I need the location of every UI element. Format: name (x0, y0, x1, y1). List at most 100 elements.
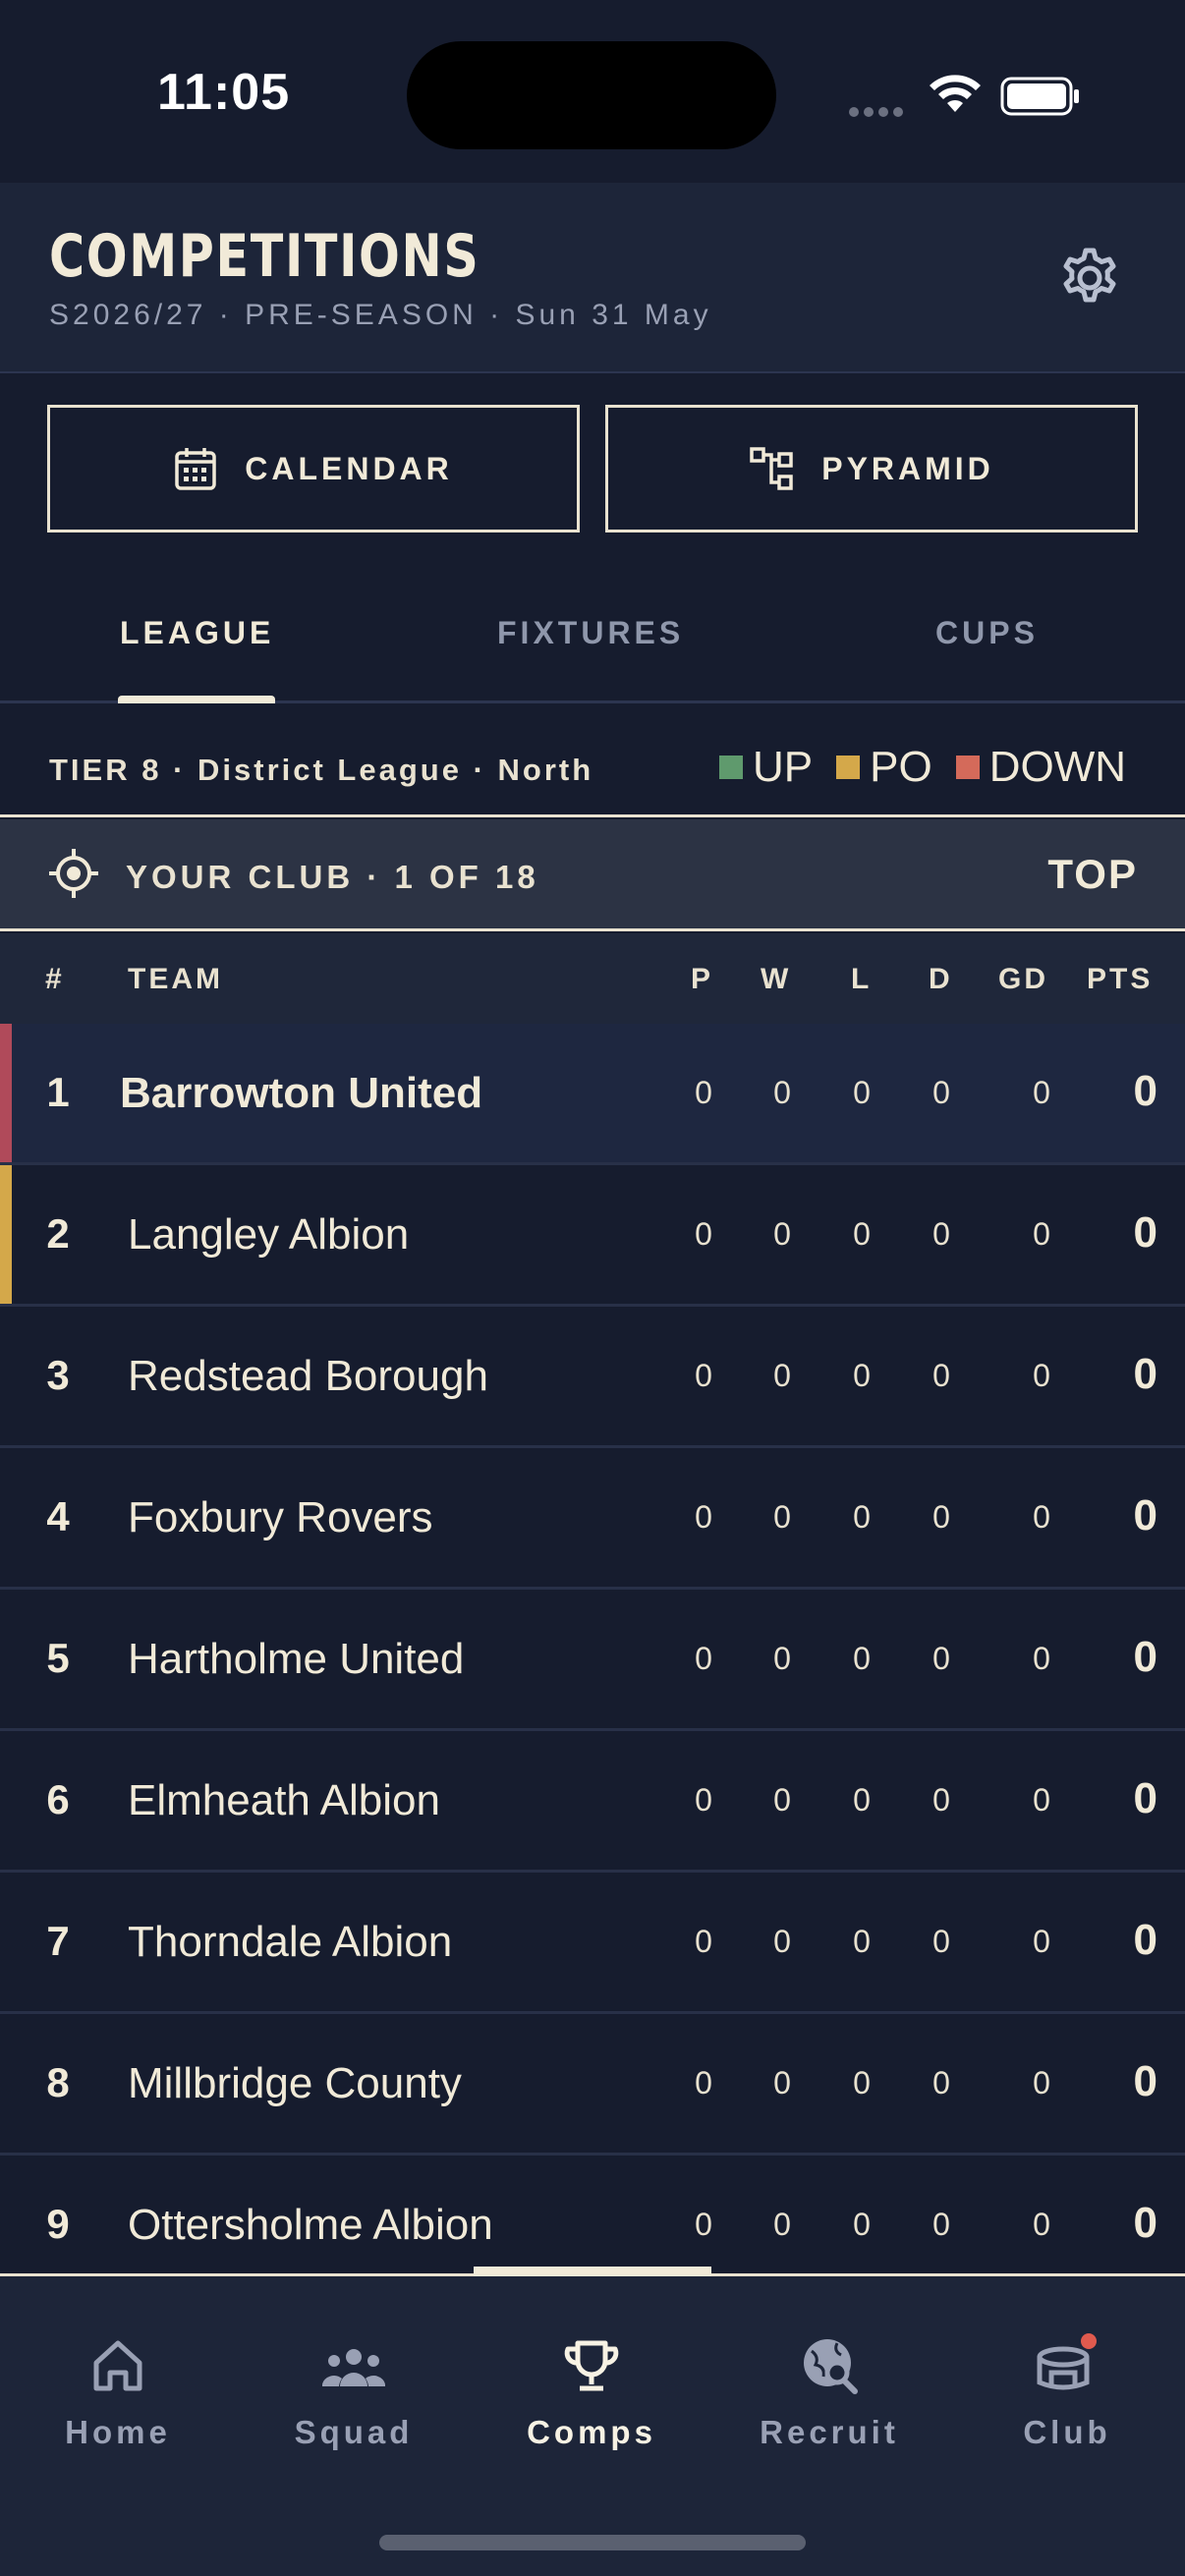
table-row[interactable]: 8 Millbridge County 0 0 0 0 0 0 (0, 2014, 1185, 2156)
active-nav-indicator (474, 2267, 711, 2276)
nav-squad[interactable]: Squad (236, 2331, 472, 2451)
zone-legend: UP PO DOWN (719, 743, 1126, 792)
nav-home[interactable]: Home (0, 2331, 236, 2451)
wifi-icon (930, 75, 981, 112)
row-points: 0 (1133, 1208, 1157, 1257)
row-lost: 0 (853, 1358, 871, 1393)
table-row[interactable]: 5 Hartholme United 0 0 0 0 0 0 (0, 1590, 1185, 1731)
nav-recruit-label: Recruit (760, 2414, 899, 2450)
competition-tabs: LEAGUE FIXTURES CUPS (0, 570, 1185, 703)
table-row[interactable]: 4 Foxbury Rovers 0 0 0 0 0 0 (0, 1448, 1185, 1590)
table-header: # TEAM P W L D GD PTS (0, 933, 1185, 1024)
row-team: Millbridge County (128, 2059, 462, 2107)
calendar-icon (175, 448, 216, 490)
row-won: 0 (773, 1216, 791, 1252)
row-won: 0 (773, 1358, 791, 1393)
row-drawn: 0 (932, 1924, 950, 1959)
row-position: 6 (46, 1776, 70, 1822)
row-drawn: 0 (932, 2065, 950, 2100)
target-icon (49, 849, 98, 898)
row-lost: 0 (853, 1075, 871, 1110)
calendar-button[interactable]: CALENDAR (47, 405, 580, 532)
nav-squad-label: Squad (294, 2414, 414, 2450)
table-row[interactable]: 3 Redstead Borough 0 0 0 0 0 0 (0, 1307, 1185, 1448)
scroll-top-button[interactable]: TOP (1047, 851, 1138, 898)
trophy-icon (564, 2340, 619, 2391)
row-played: 0 (695, 1924, 712, 1959)
row-won: 0 (773, 1075, 791, 1110)
table-row[interactable]: 9 Ottersholme Albion 0 0 0 0 0 0 (0, 2156, 1185, 2273)
row-points: 0 (1133, 2057, 1157, 2105)
row-position: 1 (46, 1069, 70, 1115)
row-won: 0 (773, 2207, 791, 2242)
your-club-bar[interactable]: YOUR CLUB · 1 OF 18 TOP (0, 819, 1185, 931)
row-team: Elmheath Albion (128, 1776, 440, 1824)
legend-down: DOWN (955, 743, 1126, 792)
active-tab-indicator (118, 696, 275, 703)
table-row[interactable]: 7 Thorndale Albion 0 0 0 0 0 0 (0, 1873, 1185, 2014)
legend-playoff: PO (836, 743, 932, 792)
nav-comps[interactable]: Comps (474, 2331, 709, 2451)
tab-league[interactable]: LEAGUE (120, 615, 274, 651)
row-drawn: 0 (932, 1499, 950, 1535)
pyramid-icon (750, 447, 793, 490)
row-drawn: 0 (932, 1641, 950, 1676)
tier-bar: TIER 8 · District League · North UP PO D… (0, 703, 1185, 817)
row-drawn: 0 (932, 1216, 950, 1252)
row-goal-difference: 0 (1033, 1782, 1050, 1818)
table-row[interactable]: 2 Langley Albion 0 0 0 0 0 0 (0, 1165, 1185, 1307)
col-points: PTS (1087, 963, 1154, 995)
row-position: 2 (46, 1210, 70, 1257)
pyramid-button[interactable]: PYRAMID (605, 405, 1138, 532)
row-drawn: 0 (932, 2207, 950, 2242)
calendar-button-label: CALENDAR (245, 450, 453, 486)
row-goal-difference: 0 (1033, 2207, 1050, 2242)
page-header: COMPETITIONS S2026/27 · PRE-SEASON · Sun… (0, 183, 1185, 373)
row-goal-difference: 0 (1033, 1358, 1050, 1393)
row-played: 0 (695, 1358, 712, 1393)
table-row[interactable]: 6 Elmheath Albion 0 0 0 0 0 0 (0, 1731, 1185, 1873)
gear-icon[interactable] (1057, 246, 1122, 310)
dynamic-island (407, 41, 776, 149)
pyramid-button-label: PYRAMID (821, 450, 994, 486)
row-position: 3 (46, 1352, 70, 1398)
row-team: Hartholme United (128, 1635, 465, 1683)
row-lost: 0 (853, 1924, 871, 1959)
nav-recruit[interactable]: Recruit (711, 2331, 947, 2451)
col-drawn: D (929, 963, 953, 995)
row-points: 0 (1133, 1350, 1157, 1398)
home-indicator (379, 2535, 806, 2550)
tier-label: TIER 8 · District League · North (49, 753, 594, 787)
status-time: 11:05 (157, 64, 291, 121)
page-title: COMPETITIONS (49, 222, 480, 291)
row-won: 0 (773, 1499, 791, 1535)
col-played: P (691, 963, 714, 995)
row-played: 0 (695, 1216, 712, 1252)
table-row[interactable]: 1 Barrowton United 0 0 0 0 0 0 (0, 1024, 1185, 1165)
season-subtitle: S2026/27 · PRE-SEASON · Sun 31 May (49, 299, 712, 331)
bottom-nav: Home Squad Comps Recruit Club (0, 2267, 1185, 2576)
row-position: 4 (46, 1493, 70, 1540)
row-position: 9 (46, 2201, 70, 2247)
row-lost: 0 (853, 2065, 871, 2100)
row-team: Barrowton United (120, 1069, 483, 1117)
league-table: 1 Barrowton United 0 0 0 0 0 0 2 Langley… (0, 1024, 1185, 2273)
row-won: 0 (773, 2065, 791, 2100)
home-icon (93, 2340, 142, 2391)
row-team: Ottersholme Albion (128, 2201, 493, 2249)
row-goal-difference: 0 (1033, 1075, 1050, 1110)
squad-icon (322, 2349, 385, 2386)
row-played: 0 (695, 1782, 712, 1818)
nav-club[interactable]: Club (949, 2331, 1185, 2451)
row-position: 5 (46, 1635, 70, 1681)
legend-up: UP (719, 743, 813, 792)
tab-cups[interactable]: CUPS (935, 615, 1039, 651)
row-points: 0 (1133, 1916, 1157, 1964)
notification-badge (1081, 2333, 1097, 2349)
status-bar: 11:05 (0, 0, 1185, 183)
row-drawn: 0 (932, 1358, 950, 1393)
row-won: 0 (773, 1641, 791, 1676)
row-goal-difference: 0 (1033, 1924, 1050, 1959)
tab-fixtures[interactable]: FIXTURES (497, 615, 684, 651)
col-pos: # (45, 963, 65, 995)
